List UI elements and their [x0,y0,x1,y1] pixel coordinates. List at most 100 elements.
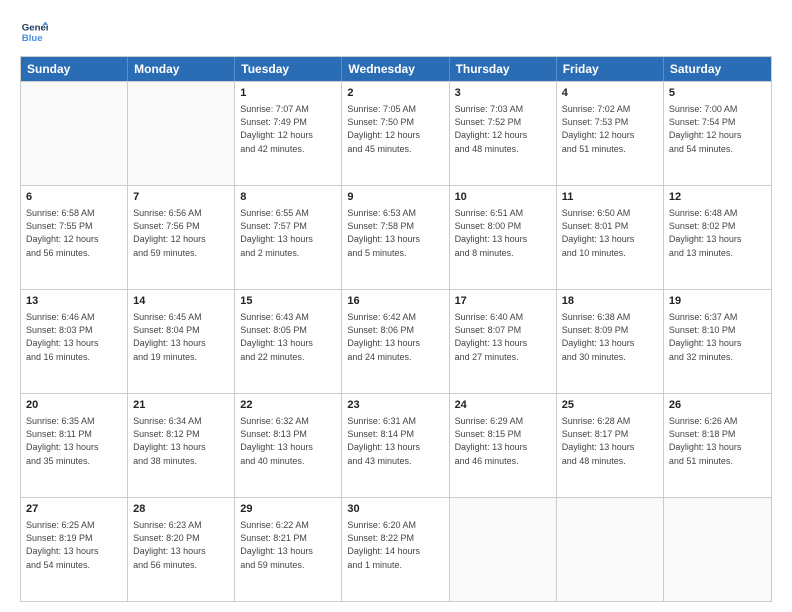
cell-info: Sunrise: 6:20 AM Sunset: 8:22 PM Dayligh… [347,519,443,571]
cell-info: Sunrise: 7:07 AM Sunset: 7:49 PM Dayligh… [240,103,336,155]
calendar-cell: 24 Sunrise: 6:29 AM Sunset: 8:15 PM Dayli… [450,394,557,497]
cell-day-number: 12 [669,190,766,205]
cell-day-number: 16 [347,294,443,309]
cell-day-number: 29 [240,502,336,517]
calendar-cell: 15 Sunrise: 6:43 AM Sunset: 8:05 PM Dayli… [235,290,342,393]
cell-day-number: 24 [455,398,551,413]
cell-info: Sunrise: 7:03 AM Sunset: 7:52 PM Dayligh… [455,103,551,155]
calendar-cell [664,498,771,601]
cell-day-number: 14 [133,294,229,309]
cell-day-number: 11 [562,190,658,205]
cell-info: Sunrise: 6:58 AM Sunset: 7:55 PM Dayligh… [26,207,122,259]
cell-day-number: 1 [240,86,336,101]
cell-day-number: 26 [669,398,766,413]
weekday-header: Saturday [664,57,771,81]
cell-info: Sunrise: 6:50 AM Sunset: 8:01 PM Dayligh… [562,207,658,259]
calendar-cell: 10 Sunrise: 6:51 AM Sunset: 8:00 PM Dayli… [450,186,557,289]
weekday-header: Monday [128,57,235,81]
cell-info: Sunrise: 6:45 AM Sunset: 8:04 PM Dayligh… [133,311,229,363]
calendar: SundayMondayTuesdayWednesdayThursdayFrid… [20,56,772,602]
calendar-cell: 27 Sunrise: 6:25 AM Sunset: 8:19 PM Dayli… [21,498,128,601]
cell-info: Sunrise: 7:00 AM Sunset: 7:54 PM Dayligh… [669,103,766,155]
calendar-week: 20 Sunrise: 6:35 AM Sunset: 8:11 PM Dayli… [21,393,771,497]
weekday-header: Wednesday [342,57,449,81]
calendar-week: 13 Sunrise: 6:46 AM Sunset: 8:03 PM Dayli… [21,289,771,393]
calendar-cell: 21Sunrise: 6:34 AM Sunset: 8:12 PM Dayli… [128,394,235,497]
calendar-cell: 2Sunrise: 7:05 AM Sunset: 7:50 PM Daylig… [342,82,449,185]
cell-info: Sunrise: 6:42 AM Sunset: 8:06 PM Dayligh… [347,311,443,363]
cell-day-number: 6 [26,190,122,205]
logo: General Blue [20,18,48,46]
cell-info: Sunrise: 6:53 AM Sunset: 7:58 PM Dayligh… [347,207,443,259]
cell-info: Sunrise: 6:51 AM Sunset: 8:00 PM Dayligh… [455,207,551,259]
cell-info: Sunrise: 6:37 AM Sunset: 8:10 PM Dayligh… [669,311,766,363]
cell-day-number: 27 [26,502,122,517]
weekday-header: Friday [557,57,664,81]
cell-info: Sunrise: 6:31 AM Sunset: 8:14 PM Dayligh… [347,415,443,467]
cell-info: Sunrise: 6:34 AM Sunset: 8:12 PM Dayligh… [133,415,229,467]
cell-info: Sunrise: 6:38 AM Sunset: 8:09 PM Dayligh… [562,311,658,363]
calendar-cell: 9 Sunrise: 6:53 AM Sunset: 7:58 PM Daylig… [342,186,449,289]
calendar-week: 1 Sunrise: 7:07 AM Sunset: 7:49 PM Daylig… [21,81,771,185]
calendar-body: 1 Sunrise: 7:07 AM Sunset: 7:49 PM Daylig… [21,81,771,601]
calendar-cell: 23 Sunrise: 6:31 AM Sunset: 8:14 PM Dayli… [342,394,449,497]
cell-info: Sunrise: 6:25 AM Sunset: 8:19 PM Dayligh… [26,519,122,571]
cell-info: Sunrise: 6:40 AM Sunset: 8:07 PM Dayligh… [455,311,551,363]
weekday-header: Sunday [21,57,128,81]
cell-day-number: 23 [347,398,443,413]
cell-day-number: 19 [669,294,766,309]
calendar-week: 27 Sunrise: 6:25 AM Sunset: 8:19 PM Dayli… [21,497,771,601]
cell-day-number: 17 [455,294,551,309]
header: General Blue [20,18,772,46]
calendar-cell: 29 Sunrise: 6:22 AM Sunset: 8:21 PM Dayli… [235,498,342,601]
calendar-cell: 11 Sunrise: 6:50 AM Sunset: 8:01 PM Dayli… [557,186,664,289]
cell-info: Sunrise: 7:05 AM Sunset: 7:50 PM Dayligh… [347,103,443,155]
cell-day-number: 10 [455,190,551,205]
cell-day-number: 20 [26,398,122,413]
calendar-cell: 22 Sunrise: 6:32 AM Sunset: 8:13 PM Dayli… [235,394,342,497]
calendar-cell: 4Sunrise: 7:02 AM Sunset: 7:53 PM Daylig… [557,82,664,185]
weekday-header: Tuesday [235,57,342,81]
cell-day-number: 15 [240,294,336,309]
cell-info: Sunrise: 6:35 AM Sunset: 8:11 PM Dayligh… [26,415,122,467]
cell-info: Sunrise: 6:43 AM Sunset: 8:05 PM Dayligh… [240,311,336,363]
cell-info: Sunrise: 6:32 AM Sunset: 8:13 PM Dayligh… [240,415,336,467]
cell-day-number: 9 [347,190,443,205]
calendar-cell: 1 Sunrise: 7:07 AM Sunset: 7:49 PM Daylig… [235,82,342,185]
calendar-cell: 30Sunrise: 6:20 AM Sunset: 8:22 PM Dayli… [342,498,449,601]
weekday-header: Thursday [450,57,557,81]
calendar-cell [21,82,128,185]
cell-day-number: 13 [26,294,122,309]
calendar-cell: 13 Sunrise: 6:46 AM Sunset: 8:03 PM Dayli… [21,290,128,393]
calendar-cell: 12Sunrise: 6:48 AM Sunset: 8:02 PM Dayli… [664,186,771,289]
calendar-header: SundayMondayTuesdayWednesdayThursdayFrid… [21,57,771,81]
cell-day-number: 28 [133,502,229,517]
calendar-cell: 19 Sunrise: 6:37 AM Sunset: 8:10 PM Dayli… [664,290,771,393]
calendar-week: 6 Sunrise: 6:58 AM Sunset: 7:55 PM Daylig… [21,185,771,289]
calendar-cell: 8 Sunrise: 6:55 AM Sunset: 7:57 PM Daylig… [235,186,342,289]
calendar-cell: 5Sunrise: 7:00 AM Sunset: 7:54 PM Daylig… [664,82,771,185]
cell-info: Sunrise: 6:29 AM Sunset: 8:15 PM Dayligh… [455,415,551,467]
calendar-cell: 26 Sunrise: 6:26 AM Sunset: 8:18 PM Dayli… [664,394,771,497]
calendar-cell: 16 Sunrise: 6:42 AM Sunset: 8:06 PM Dayli… [342,290,449,393]
calendar-cell: 25Sunrise: 6:28 AM Sunset: 8:17 PM Dayli… [557,394,664,497]
cell-day-number: 22 [240,398,336,413]
cell-day-number: 4 [562,86,658,101]
cell-info: Sunrise: 6:46 AM Sunset: 8:03 PM Dayligh… [26,311,122,363]
cell-day-number: 7 [133,190,229,205]
calendar-cell: 14 Sunrise: 6:45 AM Sunset: 8:04 PM Dayli… [128,290,235,393]
calendar-cell [128,82,235,185]
cell-info: Sunrise: 6:26 AM Sunset: 8:18 PM Dayligh… [669,415,766,467]
logo-icon: General Blue [20,18,48,46]
svg-text:Blue: Blue [22,33,43,44]
cell-day-number: 8 [240,190,336,205]
calendar-cell: 7Sunrise: 6:56 AM Sunset: 7:56 PM Daylig… [128,186,235,289]
calendar-cell: 3 Sunrise: 7:03 AM Sunset: 7:52 PM Daylig… [450,82,557,185]
calendar-cell [557,498,664,601]
calendar-cell: 17 Sunrise: 6:40 AM Sunset: 8:07 PM Dayli… [450,290,557,393]
cell-day-number: 3 [455,86,551,101]
cell-info: Sunrise: 6:22 AM Sunset: 8:21 PM Dayligh… [240,519,336,571]
page: General Blue SundayMondayTuesdayWednesda… [0,0,792,612]
calendar-cell: 6 Sunrise: 6:58 AM Sunset: 7:55 PM Daylig… [21,186,128,289]
cell-info: Sunrise: 6:55 AM Sunset: 7:57 PM Dayligh… [240,207,336,259]
